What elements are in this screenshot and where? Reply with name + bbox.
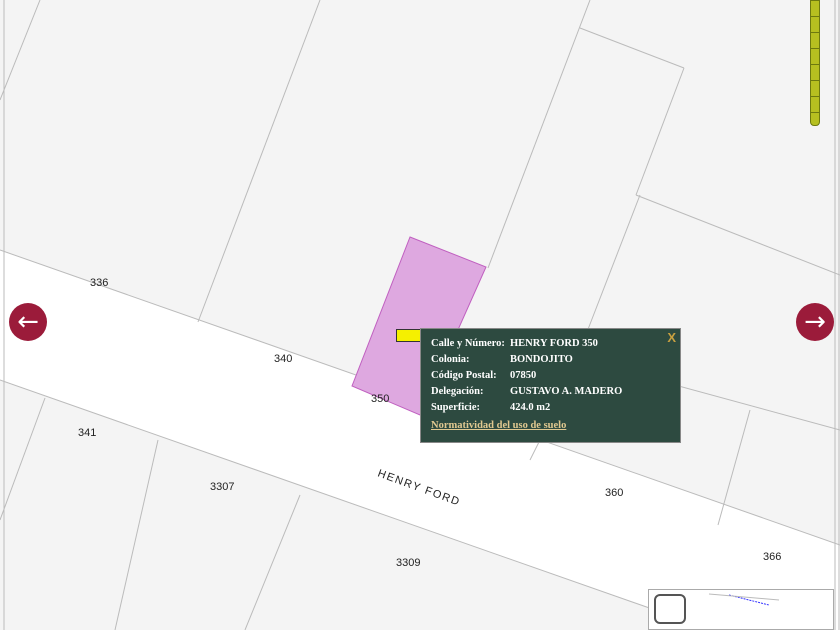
- info-key: Código Postal:: [431, 370, 497, 381]
- parcel-info-popup: X Calle y Número: HENRY FORD 350 Colonia:…: [420, 328, 681, 443]
- prev-arrow-icon[interactable]: ←: [9, 303, 47, 341]
- info-value: 07850: [510, 370, 537, 381]
- close-button[interactable]: X: [667, 330, 676, 345]
- info-value: 424.0 m2: [510, 402, 551, 413]
- info-key: Superficie:: [431, 402, 480, 413]
- lot-label: 336: [90, 277, 108, 289]
- next-arrow-icon[interactable]: →: [796, 303, 834, 341]
- lot-label: 3309: [396, 557, 420, 569]
- lot-label: 350: [371, 393, 389, 405]
- info-row: Superficie: 424.0 m2: [431, 402, 680, 418]
- map-canvas[interactable]: 336 340 350 354 341 3307 3309 360 366 HE…: [0, 0, 840, 630]
- info-key: Colonia:: [431, 354, 470, 365]
- lot-label: 3307: [210, 481, 234, 493]
- land-use-link[interactable]: Normatividad del uso de suelo: [431, 420, 680, 431]
- overview-map[interactable]: [648, 589, 834, 630]
- info-value: HENRY FORD 350: [510, 338, 598, 349]
- info-row: Código Postal: 07850: [431, 370, 680, 386]
- lot-label: 366: [763, 551, 781, 563]
- lot-label: 341: [78, 427, 96, 439]
- info-row: Colonia: BONDOJITO: [431, 354, 680, 370]
- info-row: Calle y Número: HENRY FORD 350: [431, 338, 680, 354]
- info-key: Delegación:: [431, 386, 484, 397]
- info-value: BONDOJITO: [510, 354, 573, 365]
- info-row: Delegación: GUSTAVO A. MADERO: [431, 386, 680, 402]
- info-value: GUSTAVO A. MADERO: [510, 386, 623, 397]
- marker-tag-icon[interactable]: [396, 329, 422, 342]
- lot-label: 340: [274, 353, 292, 365]
- lot-label: 360: [605, 487, 623, 499]
- zoom-slider[interactable]: [810, 0, 820, 126]
- info-key: Calle y Número:: [431, 338, 505, 349]
